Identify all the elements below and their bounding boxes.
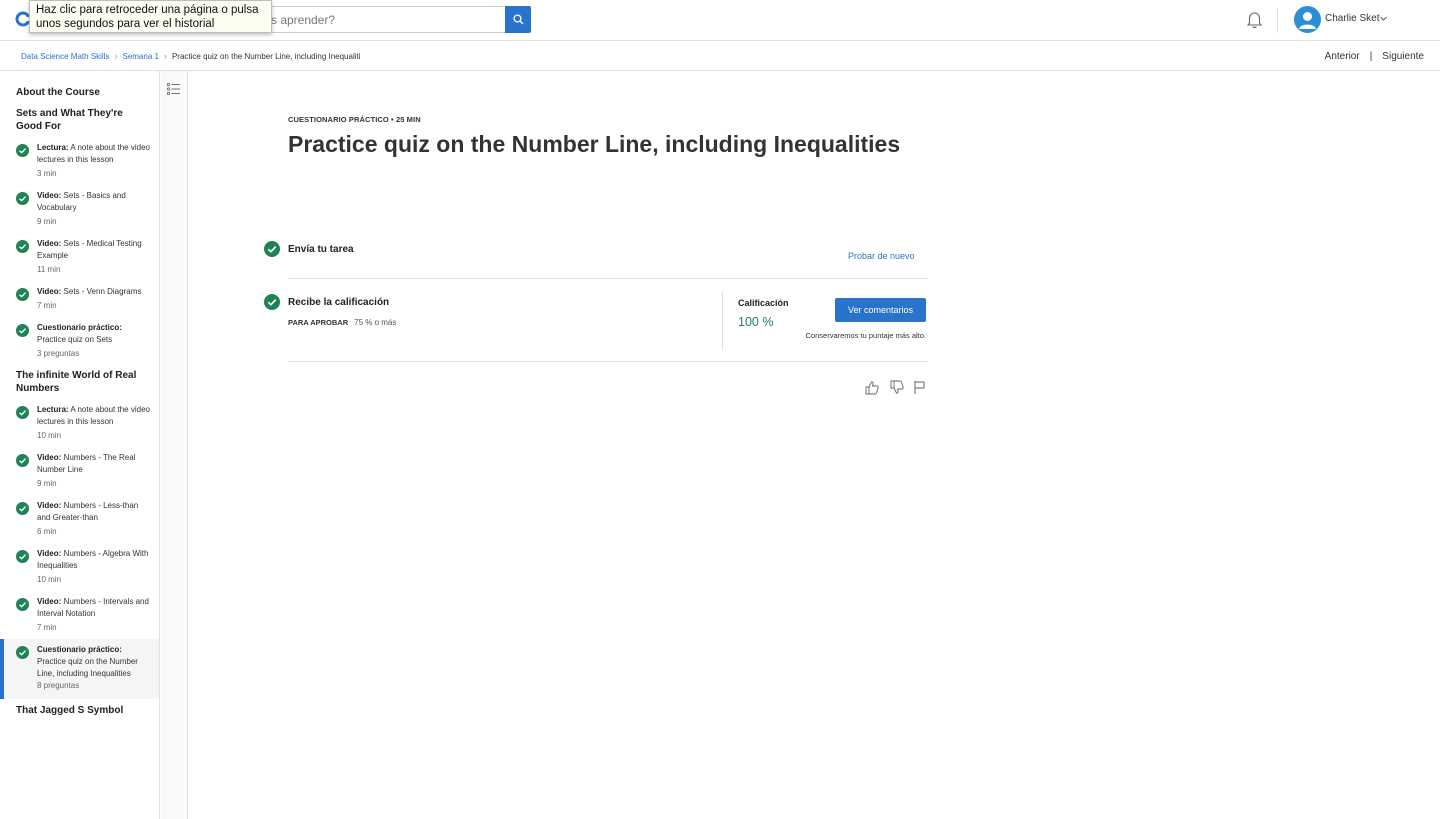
sidebar-item-label: Video: Numbers - The Real Number Line — [37, 453, 136, 474]
divider — [288, 278, 928, 279]
sidebar-item-meta: 9 min — [37, 217, 57, 226]
sidebar-item-label: Lectura: A note about the video lectures… — [37, 143, 150, 164]
previous-link[interactable]: Anterior — [1325, 51, 1360, 62]
sidebar-item[interactable]: Video: Sets - Basics and Vocabulary 9 mi… — [0, 189, 159, 233]
sidebar-item[interactable]: Video: Sets - Venn Diagrams 7 min — [0, 285, 159, 317]
next-link[interactable]: Siguiente — [1382, 51, 1424, 62]
nav-separator: | — [1369, 51, 1373, 62]
completed-check-icon — [16, 550, 29, 563]
section-title[interactable]: The infinite World of Real Numbers — [16, 369, 151, 395]
sidebar-item-label: Lectura: A note about the video lectures… — [37, 405, 150, 426]
completed-check-icon — [16, 192, 29, 205]
sidebar-item[interactable]: Video: Numbers - The Real Number Line 9 … — [0, 451, 159, 495]
completed-check-icon — [16, 598, 29, 611]
item-type-duration: CUESTIONARIO PRÁCTICO • 25 MIN — [288, 115, 421, 124]
breadcrumb-course-link[interactable]: Data Science Math Skills — [21, 52, 109, 61]
course-outline-sidebar: About the Course Sets and What They're G… — [0, 71, 160, 819]
flag-icon[interactable] — [913, 380, 927, 395]
completed-check-icon — [16, 144, 29, 157]
sidebar-item[interactable]: Video: Sets - Medical Testing Example 11… — [0, 237, 159, 281]
sidebar-item-meta: 11 min — [37, 265, 61, 274]
user-name[interactable]: Charlie Sket — [1325, 13, 1379, 24]
breadcrumb-current-page: Practice quiz on the Number Line, includ… — [171, 51, 361, 61]
sidebar-item-meta: 9 min — [37, 479, 57, 488]
user-avatar-icon — [1299, 12, 1316, 29]
sidebar-item-meta: 10 min — [37, 431, 62, 440]
sidebar-item-label: Video: Numbers - Algebra With Inequaliti… — [37, 549, 149, 570]
completed-check-icon — [16, 406, 29, 419]
submit-complete-check-icon — [264, 241, 280, 257]
completed-check-icon — [16, 502, 29, 515]
sidebar-item-meta: 7 min — [37, 623, 57, 632]
grade-complete-check-icon — [264, 294, 280, 310]
outline-toggle-column — [161, 71, 188, 819]
sidebar-item-meta: 8 preguntas — [37, 681, 80, 690]
prev-next-nav: Anterior | Siguiente — [1325, 51, 1424, 62]
highest-score-note: Conservaremos tu puntaje más alto. — [805, 331, 926, 340]
notifications-bell-icon[interactable] — [1246, 11, 1263, 30]
sidebar-item-label: Cuestionario práctico: Practice quiz on … — [37, 323, 122, 344]
thumbs-down-icon[interactable] — [890, 380, 904, 395]
sidebar-item[interactable]: Video: Numbers - Intervals and Interval … — [0, 595, 159, 639]
breadcrumb-bar: Data Science Math Skills › Semana 1 › Pr… — [0, 41, 1440, 71]
user-avatar[interactable] — [1294, 6, 1321, 33]
grade-label: Calificación — [738, 298, 789, 308]
completed-check-icon — [16, 646, 29, 659]
sidebar-item-meta: 3 preguntas — [37, 349, 80, 358]
sidebar-item-current[interactable]: Cuestionario práctico: Practice quiz on … — [0, 639, 159, 699]
sidebar-item-meta: 3 min — [37, 169, 57, 178]
page-title: Practice quiz on the Number Line, includ… — [288, 131, 901, 157]
completed-check-icon — [16, 240, 29, 253]
grade-divider — [722, 291, 723, 350]
submit-assignment-label: Envía tu tarea — [288, 244, 354, 255]
search-input[interactable]: s aprender? — [266, 6, 505, 33]
section-title[interactable]: Sets and What They're Good For — [16, 107, 151, 133]
sidebar-item[interactable]: Cuestionario práctico: Practice quiz on … — [0, 321, 159, 365]
back-button-tooltip: Haz clic para retroceder una página o pu… — [29, 0, 272, 33]
sidebar-item-label: Video: Sets - Basics and Vocabulary — [37, 191, 126, 212]
chevron-down-icon[interactable] — [1379, 14, 1388, 23]
sidebar-item-meta: 7 min — [37, 301, 57, 310]
list-outline-icon[interactable] — [167, 83, 181, 95]
sidebar-item[interactable]: Lectura: A note about the video lectures… — [0, 141, 159, 185]
section-title[interactable]: That Jagged S Symbol — [16, 704, 151, 717]
sidebar-item-meta: 10 min — [37, 575, 62, 584]
search-icon — [512, 14, 523, 25]
sidebar-item-label: Video: Sets - Medical Testing Example — [37, 239, 142, 260]
breadcrumb: Data Science Math Skills › Semana 1 › Pr… — [21, 51, 361, 61]
completed-check-icon — [16, 324, 29, 337]
header-divider — [1277, 8, 1278, 33]
divider — [288, 361, 928, 362]
sidebar-item-label: Video: Numbers - Less-than and Greater-t… — [37, 501, 139, 522]
sidebar-item-label: Cuestionario práctico: Practice quiz on … — [37, 645, 138, 678]
passing-threshold: PARA APROBAR 75 % o más — [288, 318, 397, 327]
try-again-link[interactable]: Probar de nuevo — [848, 251, 915, 261]
completed-check-icon — [16, 288, 29, 301]
sidebar-item-label: Video: Sets - Venn Diagrams — [37, 287, 142, 296]
thumbs-up-icon[interactable] — [865, 380, 879, 395]
sidebar-item[interactable]: Lectura: A note about the video lectures… — [0, 403, 159, 447]
sidebar-item-label: Video: Numbers - Intervals and Interval … — [37, 597, 149, 618]
breadcrumb-week-link[interactable]: Semana 1 — [122, 52, 158, 61]
sidebar-item[interactable]: Video: Numbers - Algebra With Inequaliti… — [0, 547, 159, 591]
breadcrumb-separator: › — [114, 51, 118, 61]
view-feedback-button[interactable]: Ver comentarios — [835, 298, 926, 322]
section-title[interactable]: About the Course — [16, 86, 151, 99]
search-button[interactable] — [505, 6, 531, 33]
sidebar-item-meta: 6 min — [37, 527, 57, 536]
top-header: s aprender? Haz clic para retroceder una… — [0, 0, 1440, 41]
grade-value: 100 % — [738, 315, 774, 329]
sidebar-item[interactable]: Video: Numbers - Less-than and Greater-t… — [0, 499, 159, 543]
receive-grade-label: Recibe la calificación — [288, 297, 390, 308]
breadcrumb-separator: › — [163, 51, 167, 61]
completed-check-icon — [16, 454, 29, 467]
